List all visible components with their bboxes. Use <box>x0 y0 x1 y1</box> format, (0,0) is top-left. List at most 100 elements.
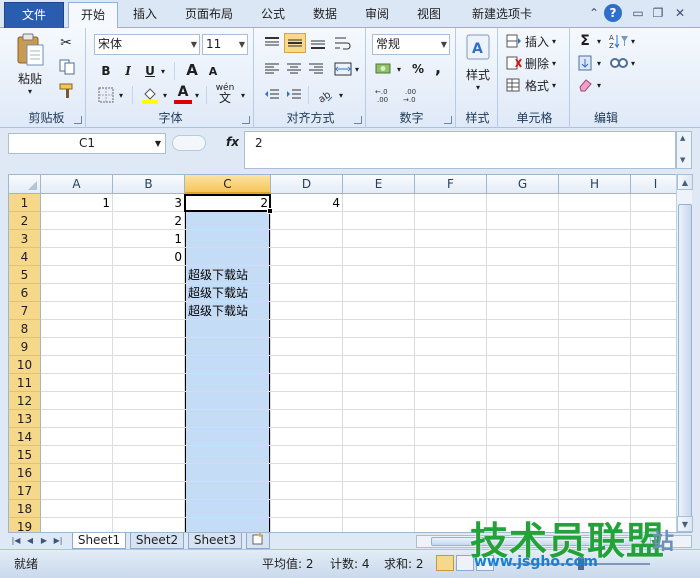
row-header-14[interactable]: 14 <box>9 428 41 446</box>
cut-icon[interactable]: ✂ <box>56 34 76 52</box>
clipboard-launcher-icon[interactable] <box>74 116 82 124</box>
increase-decimal-icon[interactable]: ←.0.00 <box>374 86 398 104</box>
align-left-icon[interactable] <box>262 60 282 78</box>
row-header-5[interactable]: 5 <box>9 266 41 284</box>
decrease-indent-icon[interactable] <box>262 86 282 104</box>
tab-page-layout[interactable]: 页面布局 <box>176 2 242 28</box>
phonetic-dropdown-icon[interactable]: ▾ <box>238 86 248 104</box>
styles-dropdown-icon[interactable]: ▾ <box>472 82 484 92</box>
row-header-2[interactable]: 2 <box>9 212 41 230</box>
underline-button[interactable]: U <box>142 62 158 80</box>
column-header-f[interactable]: F <box>415 175 487 194</box>
restore-window-icon[interactable]: ❐ <box>650 5 666 21</box>
fill-icon[interactable] <box>576 54 594 72</box>
tab-file[interactable]: 文件 <box>4 2 64 28</box>
worksheet-grid[interactable]: A B C D E F G H I 1 2 3 4 5 6 7 8 9 10 11 12 13 14 15 16 17 18 19 1 3… <box>8 174 676 532</box>
cell-b4[interactable]: 0 <box>113 248 185 266</box>
cell-c5[interactable]: 超级下载站 <box>185 266 271 284</box>
tab-review[interactable]: 审阅 <box>356 2 398 28</box>
page-layout-view-button[interactable] <box>456 555 474 571</box>
minimize-ribbon-icon[interactable]: ⌃ <box>586 5 602 21</box>
vertical-scroll-thumb[interactable] <box>678 204 692 524</box>
merge-dropdown-icon[interactable]: ▾ <box>352 60 362 78</box>
row-header-8[interactable]: 8 <box>9 320 41 338</box>
row-header-3[interactable]: 3 <box>9 230 41 248</box>
align-top-icon[interactable] <box>262 34 282 52</box>
accounting-format-icon[interactable] <box>374 60 394 78</box>
row-header-13[interactable]: 13 <box>9 410 41 428</box>
row-header-9[interactable]: 9 <box>9 338 41 356</box>
row-header-6[interactable]: 6 <box>9 284 41 302</box>
align-bottom-icon[interactable] <box>308 34 328 52</box>
cell-b3[interactable]: 1 <box>113 230 185 248</box>
scroll-down-button[interactable]: ▼ <box>677 516 693 532</box>
borders-dropdown-icon[interactable]: ▾ <box>116 86 126 104</box>
sort-filter-dropdown-icon[interactable]: ▾ <box>628 32 638 50</box>
font-size-select[interactable]: 11 ▼ <box>202 34 248 55</box>
cell-c6[interactable]: 超级下载站 <box>185 284 271 302</box>
row-header-15[interactable]: 15 <box>9 446 41 464</box>
underline-dropdown-icon[interactable]: ▾ <box>158 62 168 80</box>
find-select-icon[interactable] <box>608 54 630 72</box>
insert-sheet-button[interactable] <box>246 533 270 549</box>
help-icon[interactable]: ? <box>604 4 622 22</box>
alignment-launcher-icon[interactable] <box>354 116 362 124</box>
find-dropdown-icon[interactable]: ▾ <box>628 54 638 72</box>
styles-icon[interactable]: A <box>464 32 492 62</box>
formula-input[interactable]: 2 <box>244 131 676 169</box>
column-header-e[interactable]: E <box>343 175 415 194</box>
column-header-g[interactable]: G <box>487 175 559 194</box>
paste-dropdown-icon[interactable]: ▾ <box>24 86 36 96</box>
sheet-tab-sheet1[interactable]: Sheet1 <box>72 533 126 549</box>
sheet-tab-sheet3[interactable]: Sheet3 <box>188 533 242 549</box>
align-right-icon[interactable] <box>306 60 326 78</box>
increase-indent-icon[interactable] <box>284 86 304 104</box>
merge-center-icon[interactable] <box>332 60 354 78</box>
row-header-19[interactable]: 19 <box>9 518 41 532</box>
decrease-decimal-icon[interactable]: .00 →.0 <box>402 86 426 104</box>
scroll-up-button[interactable]: ▲ <box>677 174 693 190</box>
last-sheet-icon[interactable]: ▶| <box>52 534 64 548</box>
insert-cells-button[interactable]: 插入 ▾ <box>506 32 568 50</box>
format-cells-button[interactable]: 格式 ▾ <box>506 76 568 94</box>
row-header-7[interactable]: 7 <box>9 302 41 320</box>
font-color-button[interactable]: A <box>174 84 192 104</box>
zoom-slider-handle[interactable] <box>578 557 584 570</box>
paste-button[interactable]: 粘贴 <box>10 70 50 86</box>
vertical-scrollbar[interactable]: ▲ ▼ <box>676 174 693 532</box>
orientation-dropdown-icon[interactable]: ▾ <box>336 86 346 104</box>
sheet-tab-sheet2[interactable]: Sheet2 <box>130 533 184 549</box>
next-sheet-icon[interactable]: ▶ <box>38 534 50 548</box>
cell-b1[interactable]: 3 <box>113 194 185 212</box>
row-header-11[interactable]: 11 <box>9 374 41 392</box>
fill-handle[interactable] <box>267 208 273 214</box>
tab-home[interactable]: 开始 <box>68 2 118 29</box>
horizontal-scroll-thumb[interactable] <box>431 537 651 546</box>
column-header-h[interactable]: H <box>559 175 631 194</box>
clear-dropdown-icon[interactable]: ▾ <box>594 76 604 94</box>
first-sheet-icon[interactable]: |◀ <box>10 534 22 548</box>
comma-button[interactable]: , <box>430 58 446 77</box>
row-header-16[interactable]: 16 <box>9 464 41 482</box>
number-format-select[interactable]: 常规 ▼ <box>372 34 450 55</box>
tab-new[interactable]: 新建选项卡 <box>462 2 542 28</box>
select-all-button[interactable] <box>9 175 41 194</box>
normal-view-button[interactable] <box>436 555 454 571</box>
font-name-select[interactable]: 宋体 ▼ <box>94 34 200 55</box>
font-color-dropdown-icon[interactable]: ▾ <box>192 86 202 104</box>
name-box[interactable]: C1 ▼ <box>8 133 166 154</box>
format-painter-icon[interactable] <box>56 82 78 100</box>
tab-formulas[interactable]: 公式 <box>252 2 294 28</box>
paste-icon[interactable] <box>12 32 48 68</box>
tab-data[interactable]: 数据 <box>304 2 346 28</box>
grow-font-button[interactable]: A <box>184 60 200 80</box>
sort-filter-icon[interactable]: AZ <box>608 32 630 50</box>
cell-c7[interactable]: 超级下载站 <box>185 302 271 320</box>
row-header-1[interactable]: 1 <box>9 194 41 212</box>
fill-color-icon[interactable] <box>140 86 160 104</box>
delete-cells-button[interactable]: 删除 ▾ <box>506 54 568 72</box>
wrap-text-icon[interactable] <box>332 34 354 52</box>
cell-a1[interactable]: 1 <box>41 194 113 212</box>
autosum-dropdown-icon[interactable]: ▾ <box>594 32 604 50</box>
fill-dropdown-icon[interactable]: ▾ <box>594 54 604 72</box>
